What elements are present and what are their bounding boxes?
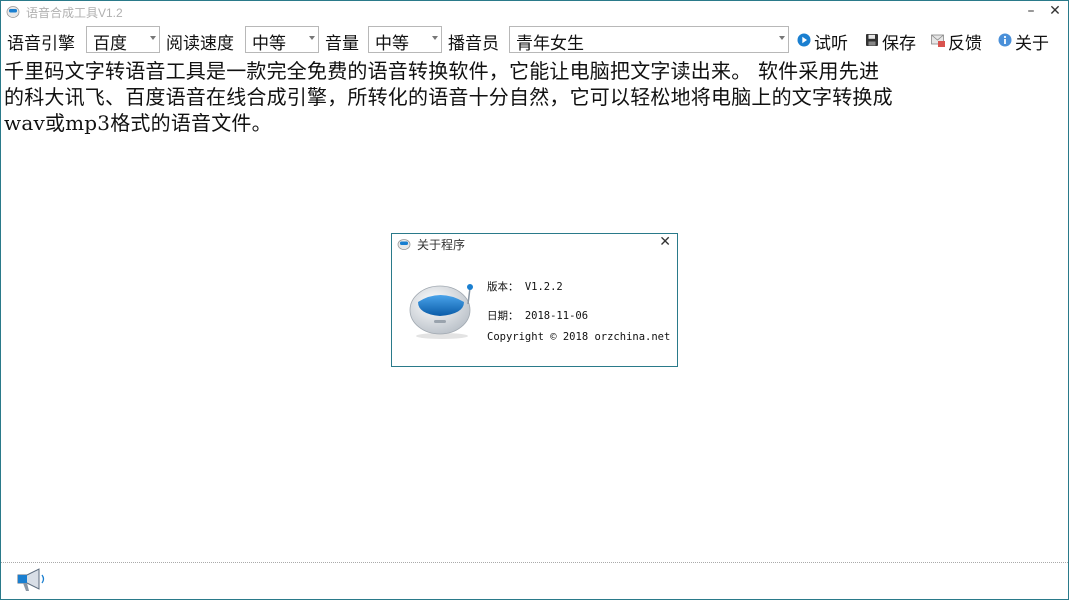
feedback-envelope-icon <box>931 34 945 47</box>
dialog-title: 关于程序 <box>417 238 466 252</box>
app-icon <box>6 6 20 18</box>
engine-value: 百度 <box>93 34 127 54</box>
editor-line: wav或mp3格式的语音文件。 <box>4 111 272 135</box>
about-label: 关于 <box>1015 34 1049 54</box>
preview-label: 试听 <box>814 34 848 54</box>
about-dialog: 关于程序 ✕ 版本： V1.2.2 日期： 2018-11-06 Copyrig… <box>391 233 678 367</box>
robot-logo-icon <box>409 284 473 339</box>
volume-value: 中等 <box>375 34 409 54</box>
close-icon: ✕ <box>1049 3 1061 19</box>
chevron-down-icon <box>432 36 438 40</box>
speed-value: 中等 <box>252 34 286 54</box>
copyright-text: Copyright © 2018 orzchina.net <box>487 331 671 343</box>
preview-button[interactable]: 试听 <box>796 28 852 54</box>
speed-select[interactable]: 中等 <box>245 26 319 54</box>
chevron-down-icon <box>779 36 785 40</box>
dialog-close-icon[interactable]: ✕ <box>659 234 671 250</box>
close-button[interactable]: ✕ <box>1043 1 1067 21</box>
app-icon <box>397 239 411 250</box>
voice-select[interactable]: 青年女生 <box>509 26 789 54</box>
voice-value: 青年女生 <box>516 34 584 54</box>
version-text: 版本： V1.2.2 <box>487 281 563 293</box>
chevron-down-icon <box>150 36 156 40</box>
voice-label: 播音员 <box>448 34 499 54</box>
floppy-disk-icon <box>866 34 878 46</box>
editor-line: 的科大讯飞、百度语音在线合成引擎，所转化的语音十分自然，它可以轻松地将电脑上的文… <box>4 85 893 109</box>
engine-label: 语音引擎 <box>7 34 75 54</box>
toolbar: 语音引擎 百度 阅读速度 中等 音量 中等 播音员 青年女生 试听 保存 反馈 … <box>1 25 1068 55</box>
status-divider <box>1 562 1068 563</box>
megaphone-icon[interactable] <box>15 567 49 593</box>
info-circle-icon <box>998 33 1012 47</box>
volume-label: 音量 <box>325 34 359 54</box>
play-circle-icon <box>797 33 811 47</box>
about-button[interactable]: 关于 <box>997 28 1053 54</box>
engine-select[interactable]: 百度 <box>86 26 160 54</box>
save-label: 保存 <box>882 34 916 54</box>
editor-line: 千里码文字转语音工具是一款完全免费的语音转换软件，它能让电脑把文字读出来。 软件… <box>4 59 880 83</box>
minimize-icon: – <box>1027 3 1035 19</box>
date-text: 日期： 2018-11-06 <box>487 310 589 322</box>
minimize-button[interactable]: – <box>1019 1 1043 21</box>
feedback-label: 反馈 <box>948 34 982 54</box>
title-bar: 语音合成工具V1.2 – ✕ <box>1 1 1068 23</box>
feedback-button[interactable]: 反馈 <box>930 28 988 54</box>
volume-select[interactable]: 中等 <box>368 26 442 54</box>
save-button[interactable]: 保存 <box>864 28 920 54</box>
window-title: 语音合成工具V1.2 <box>26 6 123 20</box>
speed-label: 阅读速度 <box>166 34 234 54</box>
chevron-down-icon <box>309 36 315 40</box>
